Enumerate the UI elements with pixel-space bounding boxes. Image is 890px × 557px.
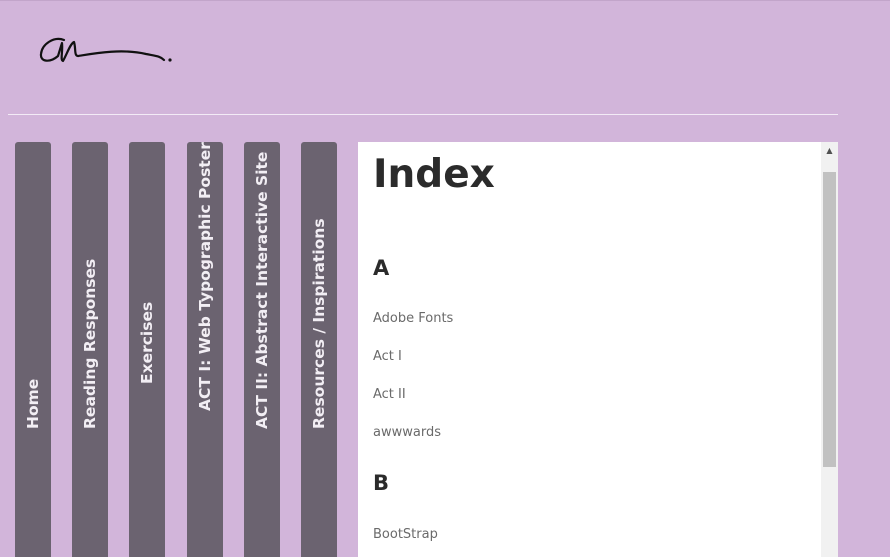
section-letter-b: B: [373, 471, 390, 495]
index-entry-link[interactable]: awwwards: [373, 425, 441, 440]
page: Home Reading Responses Exercises ACT I: …: [0, 0, 890, 557]
nav-item-label: Home: [24, 378, 42, 429]
nav-item-label: Resources / Inspirations: [310, 218, 328, 429]
index-entry-link[interactable]: Adobe Fonts: [373, 311, 453, 326]
nav-item-label: ACT I: Web Typographic Poster: [196, 142, 214, 411]
index-entry-link[interactable]: Act I: [373, 349, 402, 364]
triangle-up-icon[interactable]: ▲: [821, 142, 838, 159]
index-entry-link[interactable]: BootStrap: [373, 527, 438, 542]
index-entry-link[interactable]: Act II: [373, 387, 406, 402]
nav-item-label: Exercises: [138, 301, 156, 384]
top-border: [0, 0, 890, 1]
vertical-scrollbar[interactable]: ▲: [821, 142, 838, 557]
section-letter-a: A: [373, 256, 390, 280]
index-panel[interactable]: Index A Adobe Fonts Act I Act II awwward…: [358, 142, 838, 557]
signature-logo[interactable]: [36, 30, 176, 70]
scrollbar-thumb[interactable]: [823, 172, 836, 467]
nav-item-exercises[interactable]: Exercises: [129, 142, 165, 557]
header-divider: [8, 114, 838, 115]
nav-item-act-two[interactable]: ACT II: Abstract Interactive Site: [244, 142, 280, 557]
page-title: Index: [373, 152, 495, 197]
nav-item-home[interactable]: Home: [15, 142, 51, 557]
nav-item-label: Reading Responses: [81, 258, 99, 429]
nav-item-reading-responses[interactable]: Reading Responses: [72, 142, 108, 557]
nav-item-resources[interactable]: Resources / Inspirations: [301, 142, 337, 557]
nav-item-label: ACT II: Abstract Interactive Site: [253, 151, 271, 429]
nav-item-act-one[interactable]: ACT I: Web Typographic Poster: [187, 142, 223, 557]
